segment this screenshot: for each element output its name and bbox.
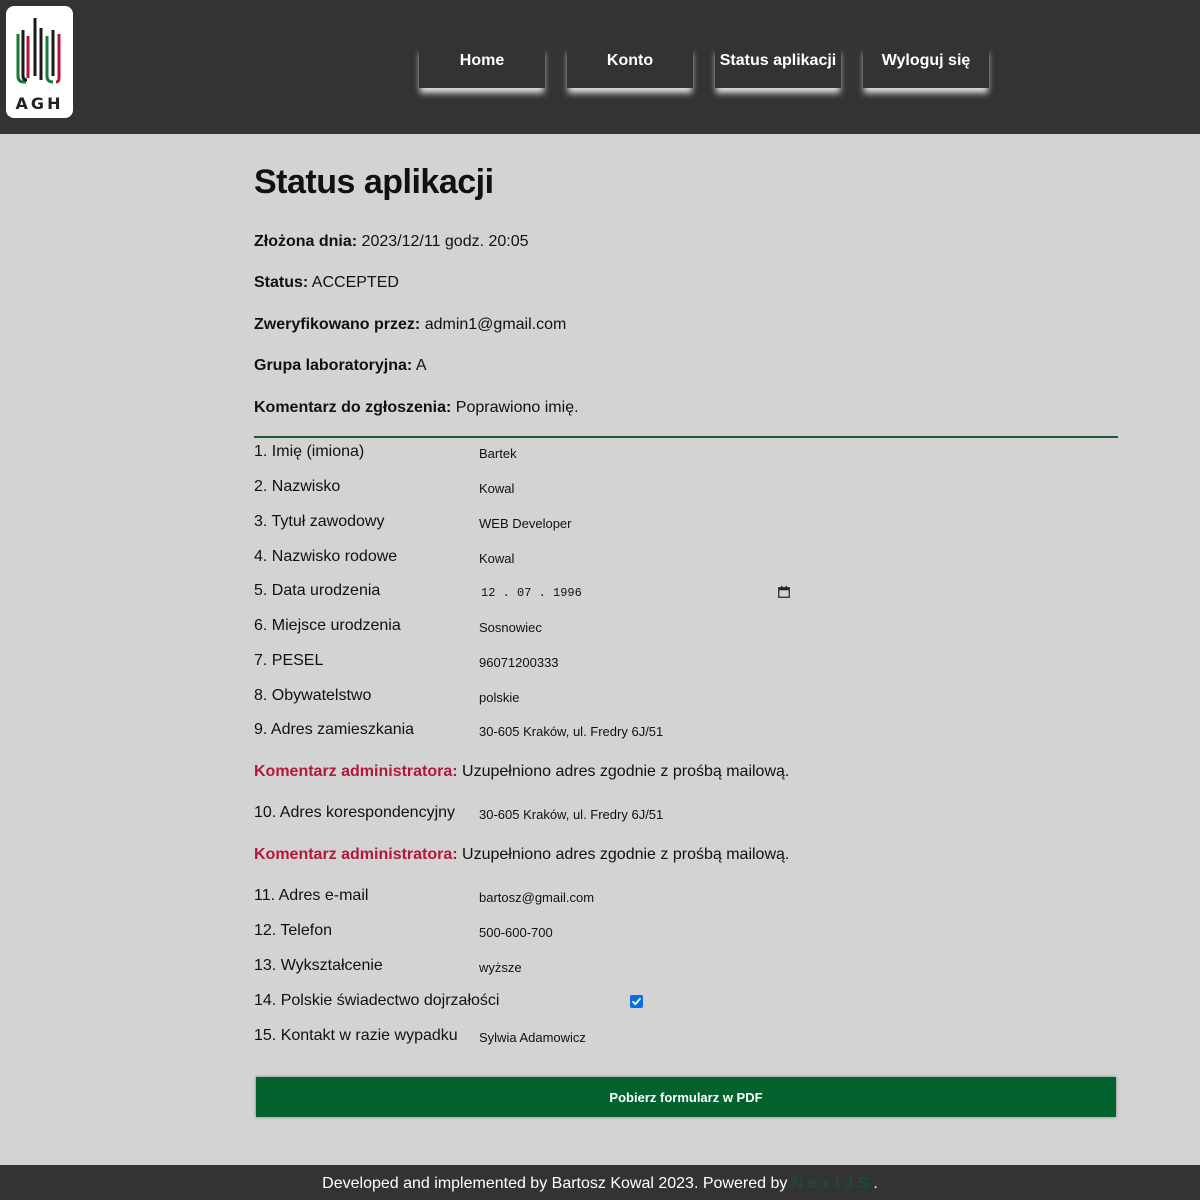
admin-comment: Komentarz administratora: Uzupełniono ad… <box>254 846 789 864</box>
top-header: AGH Home Konto Status aplikacji Wyloguj … <box>0 0 1200 134</box>
citizenship-value[interactable]: polskie <box>479 690 519 705</box>
verified-line: Zweryfikowano przez: admin1@gmail.com <box>254 316 566 334</box>
last-name-value[interactable]: Kowal <box>479 481 514 496</box>
comment-value: Poprawiono imię. <box>451 399 579 416</box>
nav-status-button[interactable]: Status aplikacji <box>715 46 841 88</box>
matura-checkbox[interactable] <box>630 995 643 1008</box>
form-row-label: 11. Adres e-mail <box>254 887 369 904</box>
page-title: Status aplikacji <box>254 163 494 201</box>
form-row-label: 13. Wykształcenie <box>254 957 383 974</box>
form-row-label: 10. Adres korespondencyjny <box>254 804 456 821</box>
form-row-label: 6. Miejsce urodzenia <box>254 617 401 634</box>
submitted-label: Złożona dnia: <box>254 233 358 250</box>
footer-text: Developed and implemented by Bartosz Kow… <box>322 1175 792 1192</box>
submitted-line: Złożona dnia: 2023/12/11 godz. 20:05 <box>254 233 529 251</box>
group-line: Grupa laboratoryjna: A <box>254 357 426 375</box>
group-label: Grupa laboratoryjna: <box>254 357 413 374</box>
verified-label: Zweryfikowano przez: <box>254 316 421 333</box>
birth-date-field[interactable]: 12 . 07 . 1996 <box>481 586 582 600</box>
title-value[interactable]: WEB Developer <box>479 516 571 531</box>
status-line: Status: ACCEPTED <box>254 274 399 292</box>
comment-label: Komentarz do zgłoszenia: <box>254 399 452 416</box>
correspondence-address-value[interactable]: 30-605 Kraków, ul. Fredry 6J/51 <box>479 807 663 822</box>
group-value: A <box>412 357 427 374</box>
first-name-value[interactable]: Bartek <box>479 446 517 461</box>
education-value[interactable]: wyższe <box>479 960 522 975</box>
footer: Developed and implemented by Bartosz Kow… <box>0 1165 1200 1200</box>
birth-place-value[interactable]: Sosnowiec <box>479 620 542 635</box>
calendar-icon[interactable] <box>778 586 790 598</box>
form-row-label: 15. Kontakt w razie wypadku <box>254 1027 458 1044</box>
form-row-label: 5. Data urodzenia <box>254 582 381 599</box>
form-row-label: 3. Tytuł zawodowy <box>254 513 385 530</box>
agh-logo[interactable]: AGH <box>6 6 73 118</box>
form-row-label: 1. Imię (imiona) <box>254 443 365 460</box>
agh-logo-icon <box>16 18 61 84</box>
maiden-name-value[interactable]: Kowal <box>479 551 514 566</box>
submitted-value: 2023/12/11 godz. 20:05 <box>357 233 529 250</box>
section-divider <box>254 436 1118 438</box>
form-row-label: 2. Nazwisko <box>254 478 341 495</box>
pesel-value[interactable]: 96071200333 <box>479 655 559 670</box>
comment-line: Komentarz do zgłoszenia: Poprawiono imię… <box>254 399 579 417</box>
nav-account-button[interactable]: Konto <box>567 46 693 88</box>
status-label: Status: <box>254 274 309 291</box>
form-row-label: 9. Adres zamieszkania <box>254 721 415 738</box>
nav-logout-button[interactable]: Wyloguj się <box>863 46 989 88</box>
admin-comment-text: Uzupełniono adres zgodnie z prośbą mailo… <box>457 846 790 863</box>
checkmark-icon <box>632 997 641 1006</box>
status-value: ACCEPTED <box>308 274 399 291</box>
nextjs-link[interactable]: NextJS <box>792 1175 874 1192</box>
email-value[interactable]: bartosz@gmail.com <box>479 890 594 905</box>
form-row-label: 12. Telefon <box>254 922 332 939</box>
form-row-label: 14. Polskie świadectwo dojrzałości <box>254 992 500 1009</box>
address-value[interactable]: 30-605 Kraków, ul. Fredry 6J/51 <box>479 724 663 739</box>
emergency-contact-value[interactable]: Sylwia Adamowicz <box>479 1030 586 1045</box>
nav-home-button[interactable]: Home <box>419 46 545 88</box>
phone-value[interactable]: 500-600-700 <box>479 925 553 940</box>
form-row-label: 8. Obywatelstwo <box>254 687 372 704</box>
footer-end: . <box>873 1175 878 1192</box>
logo-text: AGH <box>15 94 64 113</box>
admin-comment-label: Komentarz administratora: <box>254 763 458 780</box>
admin-comment: Komentarz administratora: Uzupełniono ad… <box>254 763 789 781</box>
verified-value: admin1@gmail.com <box>420 316 567 333</box>
form-row-label: 7. PESEL <box>254 652 324 669</box>
admin-comment-text: Uzupełniono adres zgodnie z prośbą mailo… <box>457 763 790 780</box>
download-pdf-button[interactable]: Pobierz formularz w PDF <box>256 1077 1116 1117</box>
admin-comment-label: Komentarz administratora: <box>254 846 458 863</box>
form-row-label: 4. Nazwisko rodowe <box>254 548 398 565</box>
